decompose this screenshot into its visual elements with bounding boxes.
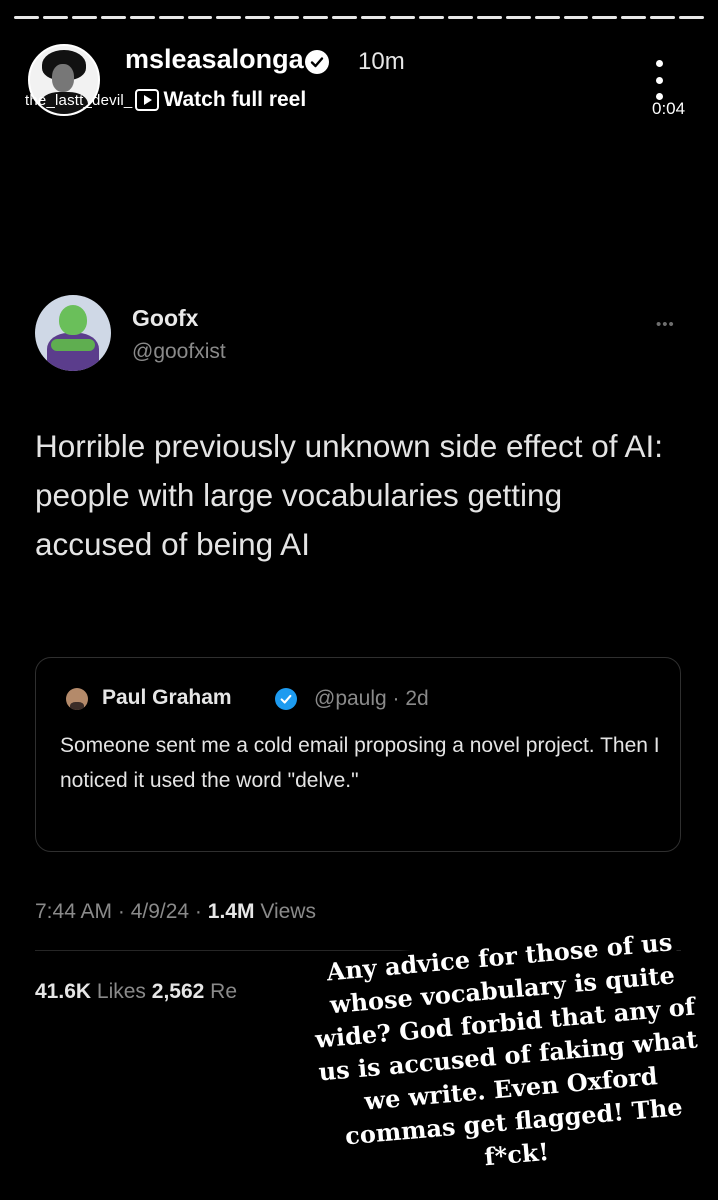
watch-full-reel-label: Watch full reel [163, 88, 307, 111]
progress-segment [418, 16, 444, 19]
progress-segment [158, 16, 184, 19]
story-time-ago: 10m [358, 48, 405, 75]
likes-label: Likes [96, 980, 146, 1003]
progress-segment [129, 16, 155, 19]
progress-segment [361, 16, 386, 19]
story-caption-text: Any advice for those of us whose vocabul… [310, 926, 703, 1172]
tweet-author-handle: @goofxist [132, 340, 226, 363]
progress-segment [476, 16, 502, 19]
progress-segment [621, 16, 647, 19]
story-username[interactable]: msleasalonga [125, 44, 304, 75]
progress-segment [563, 16, 589, 19]
tweet-views-count: 1.4M [207, 900, 255, 923]
progress-segment [274, 16, 300, 19]
tweet-more-icon: ••• [656, 316, 675, 333]
quoted-tweet: Paul Graham @paulg · 2d Someone sent me … [35, 657, 681, 852]
verified-badge-icon [275, 688, 297, 710]
tweet-timestamp: 7:44 AM · 4/9/24 · 1.4M Views [35, 900, 316, 924]
reel-duration: 0:04 [652, 99, 686, 118]
story-caption: Any advice for those of us whose vocabul… [299, 923, 718, 1188]
audio-track-name: the_lastt_devil_ [25, 91, 133, 109]
progress-segment [505, 16, 531, 19]
tweet-stats: 41.6K Likes 2,562 Re [35, 980, 237, 1004]
tweet-author-name: Goofx [132, 305, 199, 331]
progress-segment [42, 16, 68, 19]
tweet-text: Horrible previously unknown side effect … [35, 428, 664, 562]
reposts-count: 2,562 [151, 980, 205, 1003]
progress-segment [534, 16, 560, 19]
progress-segment [14, 16, 39, 19]
progress-segment [245, 16, 271, 19]
tweet-author-avatar [35, 295, 111, 371]
likes-count: 41.6K [35, 980, 92, 1003]
progress-segment [187, 16, 213, 19]
story-progress-bar [14, 16, 705, 19]
reposts-label: Re [210, 980, 238, 1003]
quoted-author-name: Paul Graham [102, 686, 232, 709]
progress-segment [592, 16, 618, 19]
progress-segment [389, 16, 415, 19]
tweet-views-label: Views [260, 900, 316, 923]
verified-badge-icon [305, 50, 329, 74]
more-vertical-icon[interactable] [652, 60, 666, 100]
tweet-time: 7:44 AM · 4/9/24 · [35, 900, 202, 923]
quoted-handle-time: @paulg · 2d [314, 687, 429, 710]
quoted-tweet-text: Someone sent me a cold email proposing a… [60, 734, 660, 792]
progress-segment [332, 16, 358, 19]
reel-link[interactable]: the_lastt_devil_ Watch full reel [25, 88, 306, 112]
quoted-author-avatar [66, 688, 88, 710]
reel-play-icon [135, 89, 160, 111]
progress-segment [71, 16, 97, 19]
progress-segment [216, 16, 242, 19]
progress-segment [447, 16, 473, 19]
progress-segment [100, 16, 126, 19]
progress-segment [303, 16, 329, 19]
progress-segment [650, 16, 676, 19]
progress-segment [679, 16, 705, 19]
